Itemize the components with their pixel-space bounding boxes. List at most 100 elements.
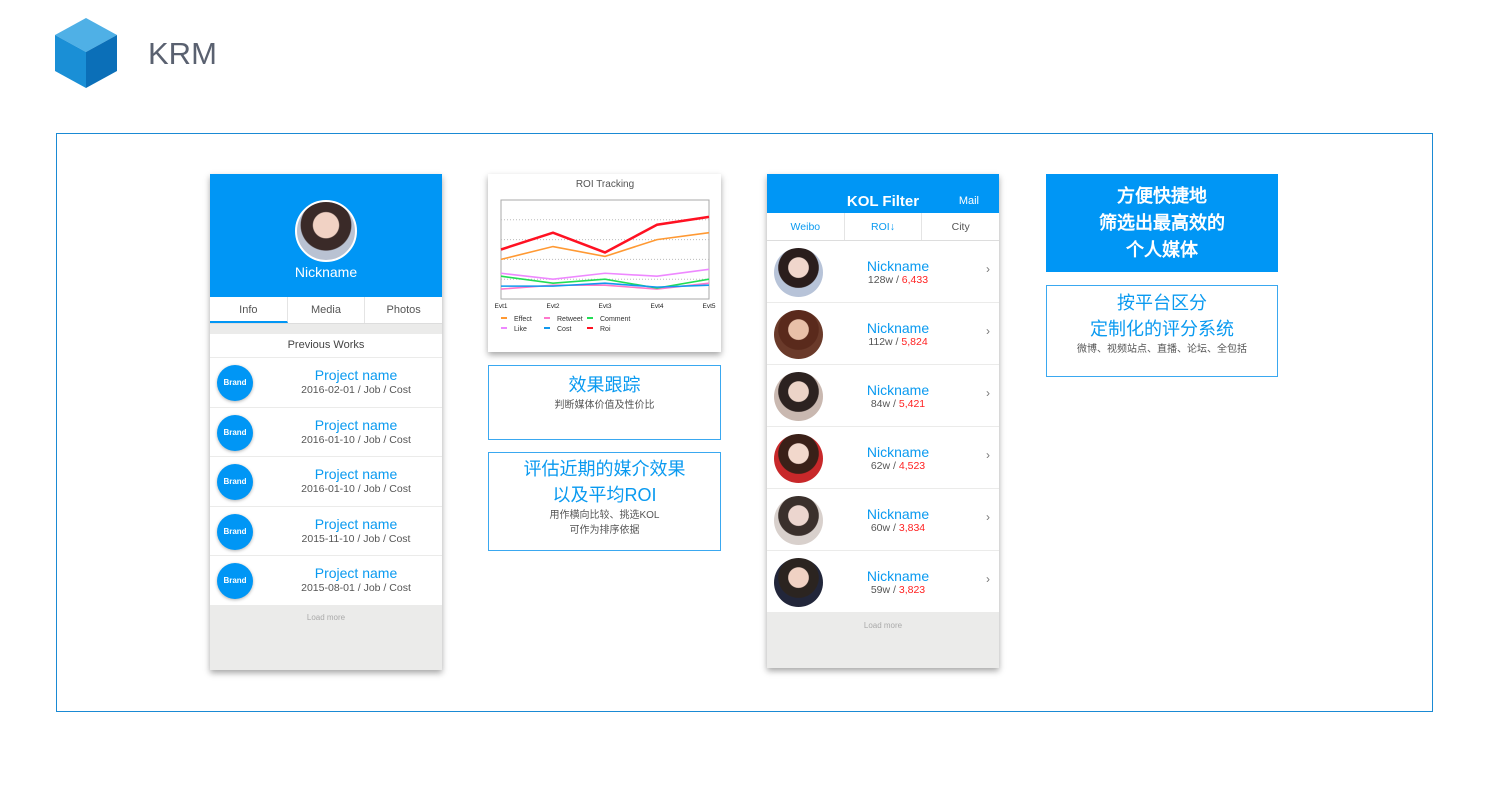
chevron-right-icon[interactable]: › bbox=[986, 386, 990, 400]
brand-badge: Brand bbox=[217, 563, 253, 599]
legend-label: Cost bbox=[557, 326, 571, 333]
kol-header: KOL Filter Mail bbox=[767, 174, 999, 213]
project-name: Project name bbox=[314, 515, 398, 532]
tab-info[interactable]: Info bbox=[210, 297, 288, 323]
project-meta: 2015-08-01 / Job / Cost bbox=[301, 582, 411, 594]
kol-fans: 59w / bbox=[870, 584, 899, 596]
profile-tabs: Info Media Photos bbox=[210, 297, 442, 324]
info-box-evaluation: 评估近期的媒介效果 以及平均ROI 用作横向比较、挑选KOL 可作为排序依据 bbox=[488, 452, 721, 551]
box-subtitle: 微博、视频站点、直播、论坛、全包括 bbox=[1077, 344, 1247, 355]
chevron-right-icon[interactable]: › bbox=[986, 448, 990, 462]
legend-label: Effect bbox=[514, 316, 532, 323]
project-meta: 2016-01-10 / Job / Cost bbox=[301, 433, 411, 446]
chevron-right-icon[interactable]: › bbox=[986, 324, 990, 338]
brand-badge: Brand bbox=[217, 414, 253, 451]
box-title: 效果跟踪 bbox=[568, 375, 641, 395]
kol-fans: 112w / bbox=[868, 336, 902, 348]
profile-nickname: Nickname bbox=[294, 264, 358, 280]
chevron-right-icon[interactable]: › bbox=[986, 572, 990, 586]
kol-nickname: Nickname bbox=[866, 382, 930, 398]
krm-logo-cube-icon bbox=[55, 18, 117, 88]
project-name: Project name bbox=[314, 565, 398, 581]
profile-header: Nickname bbox=[210, 174, 442, 297]
project-name: Project name bbox=[314, 367, 398, 383]
work-item[interactable]: Brand Project name 2015-11-10 / Job / Co… bbox=[210, 506, 442, 555]
feature-line-3: 个人媒体 bbox=[1126, 240, 1198, 260]
work-item[interactable]: Brand Project name 2015-08-01 / Job / Co… bbox=[210, 556, 442, 605]
box-title-2: 以及平均ROI bbox=[552, 485, 657, 505]
mail-button[interactable]: Mail bbox=[959, 195, 979, 207]
kol-list-item[interactable]: Nickname 59w / 3,823 › bbox=[767, 551, 999, 612]
project-name: Project name bbox=[314, 466, 398, 482]
profile-screen: Nickname Info Media Photos Previous Work… bbox=[210, 174, 442, 670]
feature-line-1: 方便快捷地 bbox=[1117, 186, 1207, 206]
kol-nickname: Nickname bbox=[866, 506, 930, 522]
filter-city[interactable]: City bbox=[922, 213, 999, 240]
load-more-button[interactable]: Load more bbox=[210, 605, 442, 622]
project-meta: 2015-11-10 / Job / Cost bbox=[301, 532, 411, 545]
kol-stats: 59w / 3,823 bbox=[827, 584, 969, 596]
info-box-tracking: 效果跟踪 判断媒体价值及性价比 bbox=[488, 365, 721, 440]
x-tick-label: Evt5 bbox=[702, 303, 715, 310]
kol-fans: 60w / bbox=[870, 522, 899, 534]
project-meta: 2016-01-10 / Job / Cost bbox=[301, 483, 411, 495]
kol-nickname: Nickname bbox=[866, 568, 930, 584]
tab-media[interactable]: Media bbox=[288, 297, 366, 323]
kol-fans: 128w / bbox=[867, 274, 902, 286]
kol-avatar bbox=[774, 558, 823, 607]
kol-score: 5,421 bbox=[898, 398, 926, 410]
legend-label: Retweet bbox=[557, 316, 583, 323]
legend-label: Like bbox=[514, 326, 527, 333]
x-tick-label: Evt4 bbox=[650, 303, 663, 310]
roi-chart-card: ROI Tracking Evt1 Evt2 Evt3 Evt4 Evt5 Effect R… bbox=[488, 174, 721, 352]
kol-score: 3,823 bbox=[898, 584, 926, 596]
x-tick-label: Evt2 bbox=[546, 303, 559, 310]
kol-list-item[interactable]: Nickname 128w / 6,433 › bbox=[767, 241, 999, 302]
legend-label: Comment bbox=[600, 316, 630, 323]
kol-stats: 128w / 6,433 bbox=[827, 274, 969, 286]
kol-score: 3,834 bbox=[898, 522, 926, 534]
filter-roi[interactable]: ROI↓ bbox=[845, 213, 923, 240]
chevron-right-icon[interactable]: › bbox=[986, 510, 990, 524]
kol-stats: 84w / 5,421 bbox=[827, 398, 969, 410]
feature-box-platform: 按平台区分 定制化的评分系统 微博、视频站点、直播、论坛、全包括 bbox=[1046, 285, 1278, 377]
kol-avatar bbox=[774, 434, 823, 483]
project-name: Project name bbox=[314, 416, 398, 433]
x-tick-label: Evt1 bbox=[494, 303, 507, 310]
brand-badge: Brand bbox=[217, 464, 253, 500]
work-item[interactable]: Brand Project name 2016-02-01 / Job / Co… bbox=[210, 358, 442, 407]
box-title-2: 定制化的评分系统 bbox=[1090, 319, 1234, 339]
kol-score: 4,523 bbox=[898, 460, 926, 472]
kol-score: 6,433 bbox=[901, 274, 929, 286]
app-title: KRM bbox=[148, 36, 217, 71]
kol-list-item[interactable]: Nickname 62w / 4,523 › bbox=[767, 427, 999, 488]
kol-fans: 84w / bbox=[870, 398, 899, 410]
chevron-right-icon[interactable]: › bbox=[986, 262, 990, 276]
box-sub-2: 可作为排序依据 bbox=[569, 525, 640, 536]
box-title-1: 按平台区分 bbox=[1117, 293, 1207, 313]
kol-list-item[interactable]: Nickname 60w / 3,834 › bbox=[767, 489, 999, 550]
kol-list-item[interactable]: Nickname 84w / 5,421 › bbox=[767, 365, 999, 426]
kol-list-item[interactable]: Nickname 112w / 5,824 › bbox=[767, 303, 999, 364]
brand-badge: Brand bbox=[217, 513, 253, 550]
kol-avatar bbox=[774, 248, 823, 297]
filter-weibo[interactable]: Weibo bbox=[767, 213, 845, 240]
profile-avatar[interactable] bbox=[295, 200, 357, 262]
kol-stats: 112w / 5,824 bbox=[827, 336, 969, 348]
kol-nickname: Nickname bbox=[866, 444, 930, 460]
tab-photos[interactable]: Photos bbox=[365, 297, 442, 323]
load-more-button[interactable]: Load more bbox=[767, 613, 999, 630]
kol-fans: 62w / bbox=[870, 460, 899, 472]
kol-stats: 62w / 4,523 bbox=[827, 460, 969, 472]
box-subtitle: 判断媒体价值及性价比 bbox=[554, 400, 655, 411]
box-title-1: 评估近期的媒介效果 bbox=[523, 459, 686, 479]
project-meta: 2016-02-01 / Job / Cost bbox=[301, 384, 411, 396]
kol-nickname: Nickname bbox=[866, 258, 930, 274]
box-sub-1: 用作横向比较、挑选KOL bbox=[549, 510, 660, 521]
work-item[interactable]: Brand Project name 2016-01-10 / Job / Co… bbox=[210, 457, 442, 506]
kol-stats: 60w / 3,834 bbox=[827, 522, 969, 534]
kol-avatar bbox=[774, 496, 823, 545]
roi-chart: ROI Tracking Evt1 Evt2 Evt3 Evt4 Evt5 Effect R… bbox=[494, 179, 715, 333]
work-item[interactable]: Brand Project name 2016-01-10 / Job / Co… bbox=[210, 407, 442, 456]
chart-title: ROI Tracking bbox=[576, 179, 634, 190]
